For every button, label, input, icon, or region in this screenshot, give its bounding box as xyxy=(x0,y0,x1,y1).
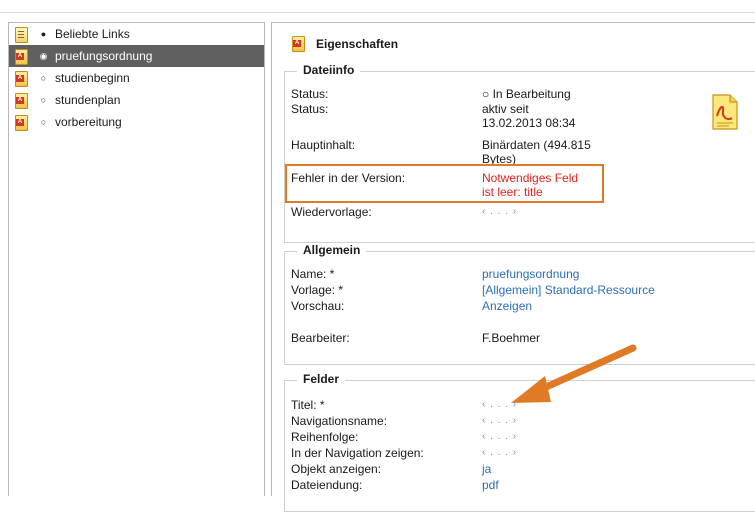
tree-item-label: studienbeginn xyxy=(55,71,130,85)
orange-arrow-icon xyxy=(511,344,637,403)
tree-item-label: Beliebte Links xyxy=(55,27,130,41)
tree-item-studienbeginn[interactable]: A ○ studienbeginn xyxy=(9,67,264,89)
pdf-document-large-icon xyxy=(712,94,738,130)
field-label: Hauptinhalt: xyxy=(291,138,356,152)
pdf-file-icon: A xyxy=(15,48,28,65)
field-label: Vorlage: * xyxy=(291,283,344,297)
pdf-file-icon: A xyxy=(15,114,28,131)
document-icon xyxy=(15,26,28,43)
field-label: Dateiendung: xyxy=(291,478,363,492)
legend-allgemein: Allgemein xyxy=(297,243,367,257)
dateiendung-link[interactable]: pdf xyxy=(482,478,592,492)
fieldset-dateiinfo: Dateiinfo Status: ○ In Bearbeitung Statu… xyxy=(284,63,755,243)
tree-item-vorbereitung[interactable]: A ○ vorbereitung xyxy=(9,111,264,133)
tree-item-pruefungsordnung[interactable]: A ◉ pruefungsordnung xyxy=(9,45,264,67)
error-highlight-frame xyxy=(285,164,604,203)
objekt-anzeigen-link[interactable]: ja xyxy=(482,462,592,476)
tree-item-label: stundenplan xyxy=(55,93,121,107)
tree-item-label: vorbereitung xyxy=(55,115,122,129)
field-label: Navigationsname: xyxy=(291,414,388,428)
pdf-file-icon: A xyxy=(292,36,305,52)
vorschau-anzeigen-link[interactable]: Anzeigen xyxy=(482,299,592,313)
status-aktiv-value: aktiv seit 13.02.2013 08:34 xyxy=(482,102,576,130)
wiedervorlage-edit-link[interactable]: ‹ . . . › xyxy=(482,205,592,219)
status-bullet-icon: ○ xyxy=(40,73,47,83)
field-label: In der Navigation zeigen: xyxy=(291,446,424,460)
field-label: Wiedervorlage: xyxy=(291,205,372,219)
tree-item-stundenplan[interactable]: A ○ stundenplan xyxy=(9,89,264,111)
legend-dateiinfo: Dateiinfo xyxy=(297,63,361,77)
vorlage-link[interactable]: [Allgemein] Standard-Ressource xyxy=(482,283,702,297)
name-link[interactable]: pruefungsordnung xyxy=(482,267,682,281)
navigation-zeigen-edit-link[interactable]: ‹ . . . › xyxy=(482,446,592,460)
field-label: Status: xyxy=(291,87,329,101)
status-value: ○ In Bearbeitung xyxy=(482,87,571,101)
resource-tree-panel: ● Beliebte Links A ◉ pruefungsordnung A … xyxy=(8,22,265,496)
field-label: Bearbeiter: xyxy=(291,331,350,345)
pdf-file-icon: A xyxy=(15,70,28,87)
field-label: Reihenfolge: xyxy=(291,430,359,444)
navigationsname-edit-link[interactable]: ‹ . . . › xyxy=(482,414,592,428)
hauptinhalt-value: Binärdaten (494.815 Bytes) xyxy=(482,138,591,166)
field-label: Titel: * xyxy=(291,398,325,412)
pdf-file-icon: A xyxy=(15,92,28,109)
properties-panel: A Eigenschaften Dateiinfo Status: ○ In B… xyxy=(271,22,755,512)
status-bullet-icon: ● xyxy=(40,29,47,39)
status-bullet-icon: ○ xyxy=(40,95,47,105)
legend-felder: Felder xyxy=(297,372,346,386)
field-label: Vorschau: xyxy=(291,299,345,313)
properties-header: A Eigenschaften xyxy=(292,36,399,52)
reihenfolge-edit-link[interactable]: ‹ . . . › xyxy=(482,430,592,444)
tree-item-label: pruefungsordnung xyxy=(55,49,153,63)
top-toolbar-strip xyxy=(0,0,755,13)
field-label: Status: xyxy=(291,102,329,116)
tree-item-beliebte-links[interactable]: ● Beliebte Links xyxy=(9,23,264,45)
status-bullet-icon: ○ xyxy=(40,117,47,127)
properties-title: Eigenschaften xyxy=(316,36,399,51)
field-label: Objekt anzeigen: xyxy=(291,462,382,476)
status-bullet-icon: ◉ xyxy=(39,50,48,61)
field-label: Name: * xyxy=(291,267,335,281)
